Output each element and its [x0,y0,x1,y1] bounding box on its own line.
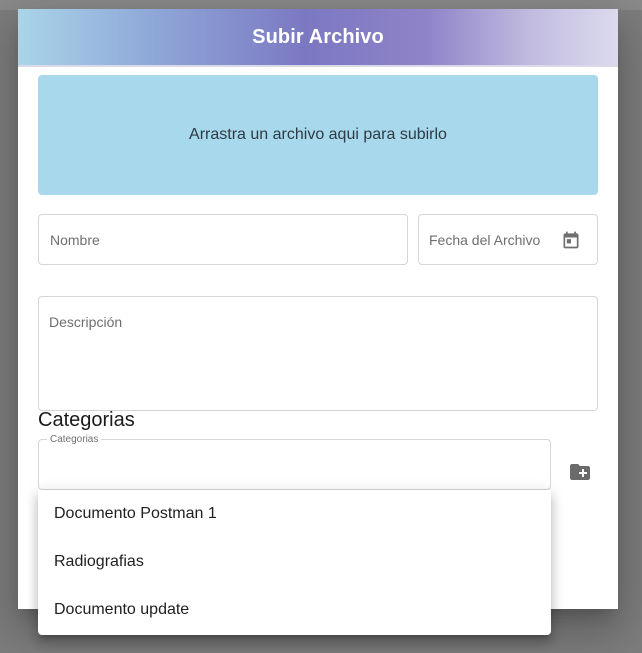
categorias-field-label: Categorias [47,434,102,445]
dropdown-option[interactable]: Documento update [38,586,551,634]
dialog-title: Subir Archivo [252,25,384,48]
dialog-header: Subir Archivo [18,9,618,67]
create-new-folder-icon[interactable] [568,460,592,484]
fecha-field[interactable]: Fecha del Archivo [418,214,598,265]
dropzone-text: Arrastra un archivo aqui para subirlo [189,126,447,143]
file-dropzone[interactable]: Arrastra un archivo aqui para subirlo [38,75,598,195]
categorias-select[interactable]: Categorias [38,434,551,490]
dropdown-option[interactable]: Radiografias [38,538,551,586]
descripcion-field[interactable]: Descripción [38,296,598,411]
calendar-icon[interactable] [561,230,581,250]
categorias-section-title: Categorias [38,409,135,431]
categorias-dropdown: Documento Postman 1 Radiografias Documen… [38,490,551,635]
descripcion-label: Descripción [49,314,123,330]
nombre-field[interactable]: Nombre [38,214,408,265]
fecha-label: Fecha del Archivo [429,232,541,248]
dropdown-option[interactable]: Documento Postman 1 [38,490,551,538]
nombre-label: Nombre [50,232,100,248]
